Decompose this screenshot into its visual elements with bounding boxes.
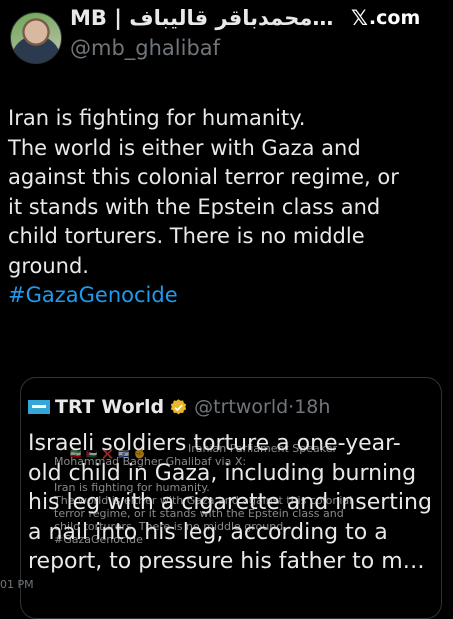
x-logo-label: .com	[368, 7, 421, 29]
tweet-line: it stands with the Epstein class and	[8, 194, 381, 219]
tweet-line: child torturers. There is no middle	[8, 224, 365, 248]
tweet-line: Iran is fighting for humanity.	[8, 106, 306, 130]
verified-badge-icon	[170, 398, 187, 414]
quoted-display-name[interactable]: TRT World	[55, 396, 164, 418]
user-handle[interactable]: @mb_ghalibaf	[70, 36, 220, 60]
hashtag-link[interactable]: #GazaGenocide	[8, 281, 448, 311]
quoted-timestamp[interactable]: 18h	[294, 396, 330, 418]
trt-world-logo-icon	[28, 400, 50, 414]
x-logo[interactable]: 𝕏 .com	[351, 6, 420, 30]
quoted-line: his leg with a cigarette and inserting	[28, 490, 432, 515]
quoted-line: old child in Gaza, including burning	[28, 460, 417, 486]
tweet-body: Iran is fighting for humanity. The world…	[8, 104, 448, 311]
tweet-screenshot: MB | محمدباقر قالیباف… @mb_ghalibaf 𝕏 .c…	[0, 0, 453, 619]
quoted-tweet-card[interactable]: TRT World @trtworld · 18h Israeli soldie…	[20, 377, 442, 619]
profile-avatar[interactable]	[10, 12, 62, 64]
tweet-line: ground.	[8, 253, 89, 278]
display-name[interactable]: MB | محمدباقر قالیباف…	[70, 6, 333, 30]
x-logo-icon: 𝕏	[351, 6, 368, 30]
tweet-line: The world is either with Gaza and	[8, 135, 361, 160]
quoted-line: report, to pressure his father to m…	[28, 549, 425, 574]
quoted-handle[interactable]: @trtworld	[194, 396, 288, 418]
quoted-tweet-header: TRT World @trtworld · 18h	[28, 396, 330, 418]
flag-emoji-strip: 🇮🇷 🇵🇸 ❌ 🇮🇱 ✊	[70, 450, 147, 460]
timestamp-fragment: 01 PM	[0, 578, 34, 591]
tweet-line: against this colonial terror regime, or	[8, 165, 399, 189]
quoted-line: a nail into his leg, according to a	[28, 519, 388, 545]
